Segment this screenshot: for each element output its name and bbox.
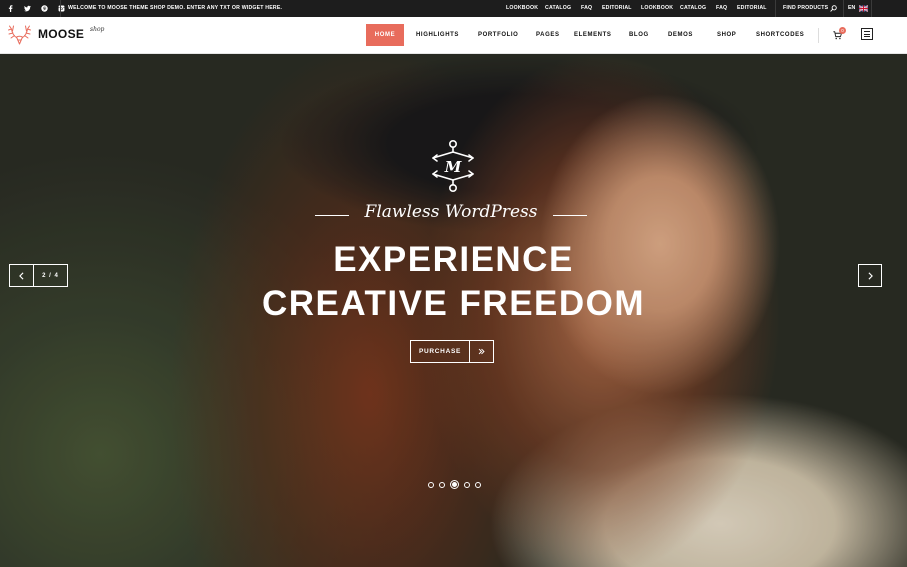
- slider-dot[interactable]: [439, 481, 445, 488]
- site-header: MOOSE shop HOME HIGHLIGHTS PORTFOLIO PAG…: [0, 17, 907, 54]
- nav-item-elements[interactable]: ELEMENTS: [574, 17, 611, 54]
- chevron-right-icon: [868, 271, 873, 280]
- purchase-button-label: PURCHASE: [411, 341, 470, 362]
- hero-slider: M Flawless WordPress EXPERIENCE CREATIVE…: [0, 54, 907, 567]
- search-icon[interactable]: [830, 5, 837, 12]
- menu-toggle-button[interactable]: [861, 28, 873, 40]
- slide-counter: 2 / 4: [42, 272, 59, 279]
- top-link-faq[interactable]: FAQ: [581, 0, 592, 17]
- moose-antlers-icon[interactable]: [7, 23, 32, 46]
- slider-next-button[interactable]: [858, 264, 882, 287]
- emblem-letter: M: [444, 158, 462, 176]
- hero-headline-line1: EXPERIENCE: [333, 240, 574, 279]
- instagram-icon[interactable]: [54, 0, 68, 17]
- hamburger-icon: [864, 36, 870, 37]
- tagline-block: Flawless WordPress: [315, 202, 587, 226]
- slider-dot-active[interactable]: [450, 480, 459, 489]
- chevron-left-icon: [19, 271, 24, 280]
- top-link-editorial[interactable]: EDITORIAL: [602, 0, 632, 17]
- slider-dot[interactable]: [464, 481, 470, 488]
- top-link-lookbook[interactable]: LOOKBOOK: [641, 0, 673, 17]
- twitter-icon[interactable]: [20, 0, 34, 17]
- language-selector[interactable]: EN: [848, 0, 855, 17]
- divider: [871, 0, 872, 17]
- divider: [775, 0, 776, 17]
- welcome-message: WELCOME TO MOOSE THEME SHOP DEMO. ENTER …: [68, 5, 283, 11]
- slider-dot[interactable]: [428, 481, 434, 488]
- arrows-emblem-icon: M: [432, 139, 474, 192]
- nav-item-shop[interactable]: SHOP: [717, 17, 736, 54]
- hamburger-icon: [864, 31, 870, 32]
- top-link-faq[interactable]: FAQ: [716, 0, 727, 17]
- double-chevron-right-icon: [470, 341, 493, 362]
- top-link-editorial[interactable]: EDITORIAL: [737, 0, 767, 17]
- nav-item-demos[interactable]: DEMOS: [668, 17, 693, 54]
- logo-subtitle: shop: [90, 26, 105, 33]
- slider-prev-button[interactable]: [10, 265, 34, 286]
- nav-item-portfolio[interactable]: PORTFOLIO: [478, 17, 518, 54]
- nav-item-shortcodes[interactable]: SHORTCODES: [756, 17, 804, 54]
- site-logo[interactable]: MOOSE: [38, 27, 84, 41]
- cart-count-badge: 0: [839, 27, 846, 34]
- divider: [818, 28, 819, 43]
- social-links: [0, 0, 68, 17]
- top-link-catalog[interactable]: CATALOG: [680, 0, 706, 17]
- nav-item-home[interactable]: HOME: [366, 24, 404, 46]
- divider: [843, 0, 844, 17]
- top-bar: WELCOME TO MOOSE THEME SHOP DEMO. ENTER …: [0, 0, 907, 17]
- pinterest-icon[interactable]: [37, 0, 51, 17]
- top-link-lookbook[interactable]: LOOKBOOK: [506, 0, 538, 17]
- slider-dot[interactable]: [475, 481, 481, 488]
- facebook-icon[interactable]: [3, 0, 17, 17]
- find-products-link[interactable]: FIND PRODUCTS: [783, 0, 828, 17]
- nav-item-pages[interactable]: PAGES: [536, 17, 560, 54]
- uk-flag-icon[interactable]: [859, 5, 868, 12]
- divider: [60, 0, 61, 17]
- nav-item-highlights[interactable]: HIGHLIGHTS: [416, 17, 459, 54]
- purchase-button[interactable]: PURCHASE: [410, 340, 494, 363]
- hamburger-icon: [864, 33, 870, 35]
- slider-pagination: [428, 480, 481, 489]
- divider: [553, 215, 587, 216]
- slider-prev-control: 2 / 4: [9, 264, 68, 287]
- hero-headline-line2: CREATIVE FREEDOM: [261, 284, 646, 323]
- hero-tagline: Flawless WordPress: [364, 202, 538, 222]
- top-link-catalog[interactable]: CATALOG: [545, 0, 571, 17]
- nav-item-blog[interactable]: BLOG: [629, 17, 649, 54]
